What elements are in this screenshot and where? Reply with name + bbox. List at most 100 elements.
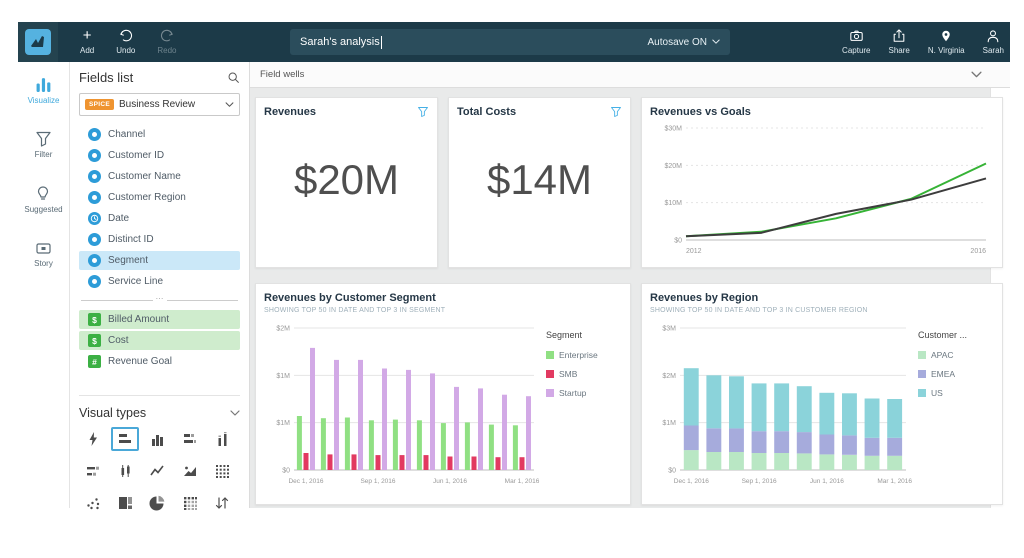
line-series-Revenues[interactable] [686,164,986,237]
stack-segment-US[interactable] [887,399,902,438]
legend-item-emea[interactable]: EMEA [918,369,994,379]
stack-segment-APAC[interactable] [706,452,721,470]
bar-Startup[interactable] [310,348,315,470]
bar-Startup[interactable] [382,369,387,471]
field-billed-amount[interactable]: $ Billed Amount [79,310,240,329]
bar-SMB[interactable] [424,455,429,470]
stack-segment-EMEA[interactable] [684,426,699,451]
field-cost[interactable]: $ Cost [79,331,240,350]
legend-item-startup[interactable]: Startup [546,388,622,398]
stack-segment-EMEA[interactable] [819,435,834,455]
bar-Startup[interactable] [334,360,339,470]
legend-item-enterprise[interactable]: Enterprise [546,350,622,360]
bar-SMB[interactable] [472,457,477,471]
bar-Enterprise[interactable] [465,422,470,470]
stack-segment-US[interactable] [774,383,789,431]
stack-segment-EMEA[interactable] [887,438,902,456]
bar-SMB[interactable] [352,454,357,470]
redo-button[interactable]: Redo [157,29,176,55]
field-channel[interactable]: Channel [79,125,240,144]
bar-SMB[interactable] [400,455,405,470]
rail-item-suggested[interactable]: Suggested [24,185,62,214]
bar-Startup[interactable] [502,395,507,470]
bar-SMB[interactable] [304,453,309,470]
bar-Enterprise[interactable] [297,416,302,470]
bar-Startup[interactable] [430,373,435,470]
vt-treemap-icon[interactable] [111,491,139,515]
stack-segment-US[interactable] [797,386,812,432]
field-customer-name[interactable]: Customer Name [79,167,240,186]
chart-card-revenues-vs-goals[interactable]: Revenues vs Goals $0$10M$20M$30M20122016 [641,97,1003,268]
bar-Startup[interactable] [478,388,483,470]
field-segment[interactable]: Segment [79,251,240,270]
vt-horizontal-stacked-bar-icon[interactable] [176,427,204,451]
chart-card-revenues-by-segment[interactable]: Revenues by Customer Segment SHOWING TOP… [255,283,631,505]
bar-SMB[interactable] [376,455,381,470]
visual-types-header[interactable]: Visual types [79,395,240,420]
vt-horizontal-bar-icon[interactable] [111,427,139,451]
bar-Enterprise[interactable] [489,425,494,470]
capture-button[interactable]: Capture [842,29,870,55]
stack-segment-APAC[interactable] [887,456,902,470]
revenues-vs-goals-line-chart[interactable]: $0$10M$20M$30M20122016 [650,118,994,256]
kpi-card-total-costs[interactable]: Total Costs $14M [448,97,631,268]
legend-item-apac[interactable]: APAC [918,350,994,360]
add-button[interactable]: + Add [80,29,94,55]
vt-vertical-stacked-bar-icon[interactable] [208,427,236,451]
stack-segment-EMEA[interactable] [729,428,744,452]
chart-card-revenues-by-region[interactable]: Revenues by Region SHOWING TOP 50 IN DAT… [641,283,1003,505]
vt-sort-arrows-icon[interactable] [208,491,236,515]
vt-pie-chart-icon[interactable] [143,491,171,515]
field-revenue-goal[interactable]: # Revenue Goal [79,352,240,371]
bar-Startup[interactable] [454,387,459,470]
undo-button[interactable]: Undo [116,29,135,55]
rail-item-visualize[interactable]: Visualize [28,76,60,105]
bar-Enterprise[interactable] [441,423,446,470]
vt-vertical-bar-icon[interactable] [143,427,171,451]
stack-segment-EMEA[interactable] [752,431,767,453]
field-wells-bar[interactable]: Field wells [250,62,1010,88]
stack-segment-EMEA[interactable] [865,438,880,456]
vt-area-chart-icon[interactable] [176,459,204,483]
stack-segment-US[interactable] [684,368,699,425]
bar-SMB[interactable] [496,457,501,470]
stack-segment-APAC[interactable] [729,452,744,470]
analysis-title-input[interactable]: Sarah's analysis Autosave ON [290,29,730,55]
stack-segment-APAC[interactable] [865,456,880,470]
quicksight-logo[interactable] [18,22,58,62]
stack-segment-EMEA[interactable] [842,435,857,454]
rail-item-story[interactable]: Story [34,240,53,268]
stack-segment-US[interactable] [819,393,834,435]
stack-segment-EMEA[interactable] [797,432,812,453]
autosave-dropdown[interactable]: Autosave ON [648,37,720,48]
stack-segment-APAC[interactable] [819,454,834,470]
vt-auto-graph-icon[interactable] [79,427,107,451]
stack-segment-APAC[interactable] [797,453,812,470]
field-service-line[interactable]: Service Line [79,272,240,291]
legend-item-us[interactable]: US [918,388,994,398]
field-date[interactable]: Date [79,209,240,228]
legend-item-smb[interactable]: SMB [546,369,622,379]
stack-segment-US[interactable] [865,399,880,438]
field-customer-id[interactable]: Customer ID [79,146,240,165]
dataset-selector[interactable]: SPICE Business Review [79,93,240,116]
bar-SMB[interactable] [328,454,333,470]
stack-segment-US[interactable] [842,393,857,435]
kpi-card-revenues[interactable]: Revenues $20M [255,97,438,268]
bar-Enterprise[interactable] [417,420,422,470]
bar-Enterprise[interactable] [369,420,374,470]
vt-scatter-plot-icon[interactable] [79,491,107,515]
stack-segment-US[interactable] [706,375,721,428]
stack-segment-APAC[interactable] [752,453,767,470]
share-button[interactable]: Share [889,29,910,55]
bar-Startup[interactable] [358,360,363,470]
rail-item-filter[interactable]: Filter [35,131,53,159]
stack-segment-APAC[interactable] [774,453,789,470]
stack-segment-US[interactable] [729,376,744,428]
filter-icon[interactable] [417,106,429,118]
revenues-by-region-stacked-bar-chart[interactable]: $0$1M$2M$3MDec 1, 2016Sep 1, 2016Jun 1, … [650,318,914,486]
filter-icon[interactable] [610,106,622,118]
line-series-Goals[interactable] [686,178,986,236]
bar-Enterprise[interactable] [393,420,398,470]
bar-SMB[interactable] [520,457,525,470]
